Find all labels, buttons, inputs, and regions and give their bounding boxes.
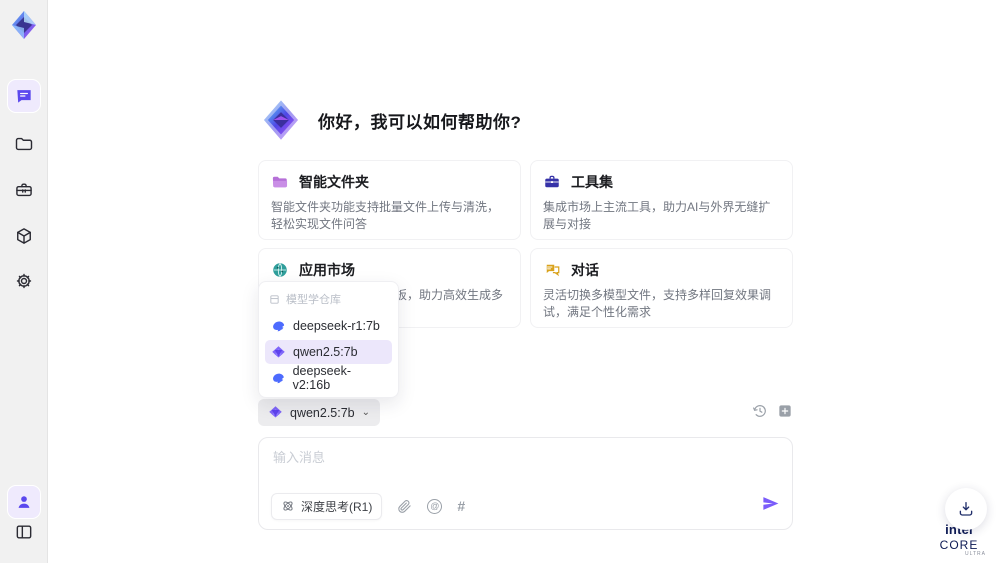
smart-folder-icon [272, 176, 288, 188]
mention-button[interactable]: @ [427, 498, 443, 514]
model-option-deepseek-r1[interactable]: deepseek-r1:7b [265, 314, 392, 338]
qwen-icon [272, 345, 285, 357]
card-dialogue[interactable]: 对话 灵活切换多模型文件，支持多样回复效果调试，满足个性化需求 [530, 248, 793, 328]
sidebar [0, 0, 48, 563]
send-icon [763, 497, 779, 510]
briefcase-icon [16, 183, 32, 197]
sidebar-item-folders[interactable] [8, 128, 40, 160]
prompt-library-button[interactable]: # [457, 498, 465, 514]
model-row: qwen2.5:7b ⌄ [258, 399, 793, 426]
cube-icon [17, 228, 31, 244]
download-button[interactable] [945, 488, 987, 530]
card-toolset[interactable]: 工具集 集成市场上主流工具，助力AI与外界无缝扩展与对接 [530, 160, 793, 240]
message-input[interactable] [273, 447, 773, 491]
message-composer: 深度思考(R1) @ # [258, 437, 793, 530]
at-icon: @ [427, 498, 443, 514]
send-button[interactable] [761, 494, 780, 518]
sidebar-item-toolbox[interactable] [8, 174, 40, 206]
app-logo-icon [12, 11, 36, 39]
app-window: 你好，我可以如何帮助你? 智能文件夹 智能文件夹功能支持批量文件上传与清洗，轻松… [0, 0, 1000, 563]
card-desc: 灵活切换多模型文件，支持多样回复效果调试，满足个性化需求 [543, 288, 772, 319]
folder-icon [15, 137, 33, 151]
sidebar-item-panel-toggle[interactable] [8, 516, 40, 548]
history-icon[interactable] [752, 403, 768, 419]
card-title: 对话 [571, 262, 599, 278]
core-wordmark: CORE [939, 538, 979, 552]
greeting-text: 你好，我可以如何帮助你? [318, 112, 522, 132]
card-desc: 智能文件夹功能支持批量文件上传与清洗，轻松实现文件问答 [271, 200, 500, 231]
chevron-down-icon: ⌄ [361, 407, 371, 418]
app-market-icon [273, 263, 287, 277]
sidebar-item-settings[interactable] [8, 265, 40, 297]
hash-icon: # [457, 498, 466, 514]
toolset-icon [545, 175, 559, 188]
selected-model-name: qwen2.5:7b [290, 405, 355, 420]
model-selector-button[interactable]: qwen2.5:7b ⌄ [258, 399, 381, 426]
assistant-logo-icon [263, 100, 299, 140]
user-icon [18, 496, 30, 508]
qwen-icon [269, 406, 282, 418]
download-icon [959, 501, 973, 516]
model-option-deepseek-v2[interactable]: deepseek-v2:16b [265, 364, 392, 392]
card-desc: 集成市场上主流工具，助力AI与外界无缝扩展与对接 [543, 200, 771, 231]
paperclip-icon [398, 499, 411, 513]
card-smart-folder[interactable]: 智能文件夹 智能文件夹功能支持批量文件上传与清洗，轻松实现文件问答 [258, 160, 521, 240]
card-title: 智能文件夹 [299, 174, 369, 190]
model-dropdown-header: 模型学仓库 [265, 288, 392, 312]
model-dropdown: 模型学仓库 deepseek-r1:7b qwen2.5:7b deepseek… [258, 281, 399, 398]
sidebar-item-models[interactable] [8, 220, 40, 252]
sidebar-item-profile[interactable] [8, 486, 40, 518]
panel-icon [16, 525, 32, 539]
dialogue-icon [545, 264, 560, 277]
greeting-row: 你好，我可以如何帮助你? [260, 99, 521, 141]
chat-icon [17, 90, 31, 103]
repository-icon [270, 294, 279, 304]
deepseek-whale-icon [273, 373, 284, 383]
gear-icon [16, 273, 32, 289]
attach-file-button[interactable] [397, 499, 412, 514]
composer-toolbar: 深度思考(R1) @ # [271, 492, 780, 520]
card-title: 工具集 [571, 174, 613, 190]
deep-think-toggle[interactable]: 深度思考(R1) [271, 492, 383, 520]
new-chat-icon[interactable] [777, 403, 793, 419]
atom-icon [283, 501, 293, 511]
deepseek-whale-icon [273, 321, 285, 331]
model-option-qwen[interactable]: qwen2.5:7b [265, 340, 392, 364]
card-title: 应用市场 [299, 262, 355, 278]
sidebar-item-chat[interactable] [8, 80, 40, 112]
